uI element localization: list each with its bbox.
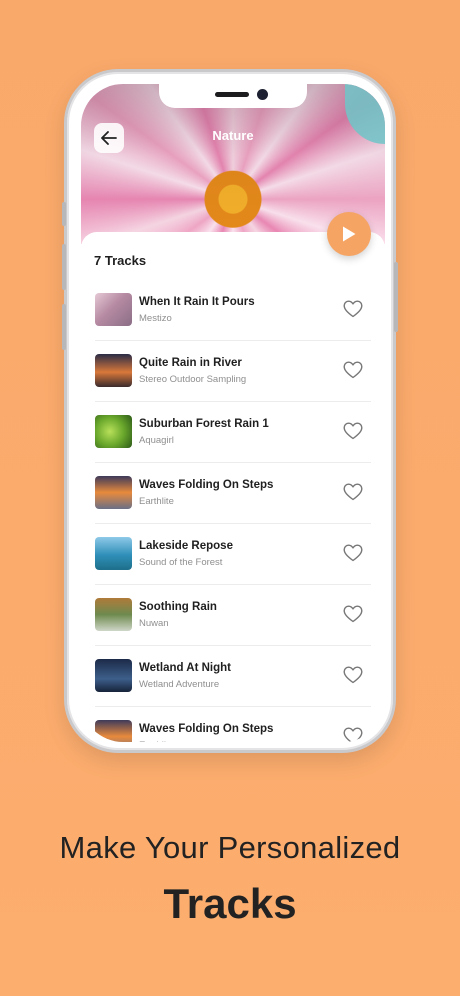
heart-icon[interactable] <box>343 300 363 318</box>
track-row[interactable]: Suburban Forest Rain 1 Aquagirl <box>95 402 371 463</box>
track-thumbnail <box>95 659 132 692</box>
track-title: When It Rain It Pours <box>139 296 255 308</box>
phone-frame: Nature 7 Tracks When It Rain It Pours Mes… <box>62 69 398 753</box>
track-artist: Mestizo <box>139 313 172 324</box>
track-artist: Sound of the Forest <box>139 557 223 568</box>
track-row[interactable]: Wetland At Night Wetland Adventure <box>95 646 371 707</box>
track-title: Quite Rain in River <box>139 357 242 369</box>
track-title: Wetland At Night <box>139 662 231 674</box>
heart-icon[interactable] <box>343 605 363 623</box>
tracks-count: 7 Tracks <box>94 253 147 268</box>
heart-icon[interactable] <box>343 422 363 440</box>
phone-volume-down-button <box>62 304 66 350</box>
track-title: Soothing Rain <box>139 601 217 613</box>
track-row[interactable]: When It Rain It Pours Mestizo <box>95 280 371 341</box>
track-title: Suburban Forest Rain 1 <box>139 418 269 430</box>
track-artist: Aquagirl <box>139 435 174 446</box>
phone-volume-up-button <box>62 244 66 290</box>
track-thumbnail <box>95 537 132 570</box>
phone-power-button <box>394 262 398 332</box>
track-row[interactable]: Waves Folding On Steps Earthlite <box>95 707 371 742</box>
track-title: Waves Folding On Steps <box>139 479 274 491</box>
heart-icon[interactable] <box>343 483 363 501</box>
phone-side-button <box>62 202 66 226</box>
track-thumbnail <box>95 415 132 448</box>
track-artist: Earthlite <box>139 740 174 742</box>
page-title: Nature <box>212 128 254 143</box>
tagline: Make Your Personalized <box>59 830 401 865</box>
track-row[interactable]: Quite Rain in River Stereo Outdoor Sampli… <box>95 341 371 402</box>
app-screen: Nature 7 Tracks When It Rain It Pours Mes… <box>81 84 385 742</box>
track-artist: Wetland Adventure <box>139 679 220 690</box>
track-thumbnail <box>95 354 132 387</box>
track-title: Lakeside Repose <box>139 540 233 552</box>
track-row[interactable]: Lakeside Repose Sound of the Forest <box>95 524 371 585</box>
track-thumbnail <box>95 720 132 742</box>
track-thumbnail <box>95 476 132 509</box>
heart-icon[interactable] <box>343 727 363 742</box>
camera-icon <box>257 89 268 100</box>
track-artist: Nuwan <box>139 618 169 629</box>
track-artist: Earthlite <box>139 496 174 507</box>
track-row[interactable]: Waves Folding On Steps Earthlite <box>95 463 371 524</box>
heart-icon[interactable] <box>343 544 363 562</box>
play-icon <box>343 226 356 242</box>
track-title: Waves Folding On Steps <box>139 723 274 735</box>
track-row[interactable]: Soothing Rain Nuwan <box>95 585 371 646</box>
play-button[interactable] <box>327 212 371 256</box>
speaker-icon <box>215 92 249 97</box>
track-thumbnail <box>95 293 132 326</box>
track-artist: Stereo Outdoor Sampling <box>139 374 247 385</box>
track-list: When It Rain It Pours Mestizo Quite Rain i… <box>81 280 385 742</box>
heart-icon[interactable] <box>343 666 363 684</box>
heart-icon[interactable] <box>343 361 363 379</box>
tagline-emphasis: Tracks <box>163 880 297 927</box>
track-thumbnail <box>95 598 132 631</box>
